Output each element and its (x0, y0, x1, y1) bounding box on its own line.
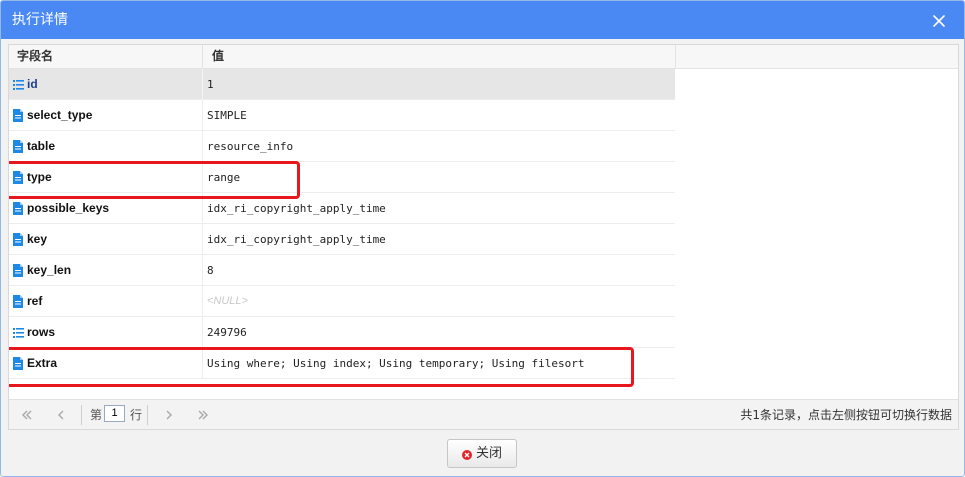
last-page-icon[interactable] (195, 407, 211, 423)
page-suffix-label: 行 (130, 408, 143, 422)
dialog-title: 执行详情 (12, 12, 68, 28)
field-name: key_len (27, 263, 72, 277)
prev-page-icon[interactable] (53, 407, 69, 423)
table-row[interactable]: rows 249796 (9, 317, 675, 348)
field-value: 8 (207, 264, 214, 277)
table-row[interactable]: select_type SIMPLE (9, 100, 675, 131)
dialog-titlebar: 执行详情 (1, 1, 964, 39)
table-row[interactable]: id 1 (9, 69, 675, 100)
field-name: id (27, 77, 38, 91)
table-row[interactable]: key idx_ri_copyright_apply_time (9, 224, 675, 255)
field-value: resource_info (207, 140, 294, 153)
first-page-icon[interactable] (19, 407, 35, 423)
field-value: idx_ri_copyright_apply_time (207, 233, 386, 246)
pagination-bar: 第 行 共1条记录，点击左侧按钮可切换行数据 (9, 399, 958, 429)
field-value: 1 (207, 78, 214, 91)
execution-details-dialog: 执行详情 字段名 值 id 1 select_type SIMPLE table reso… (0, 0, 965, 477)
close-button-label: 关闭 (476, 446, 503, 461)
field-value: SIMPLE (207, 109, 247, 122)
dialog-footer: 关闭 (1, 432, 964, 476)
cancel-icon (462, 450, 472, 460)
close-icon[interactable] (931, 13, 947, 29)
table-row[interactable]: key_len 8 (9, 255, 675, 286)
record-count-info: 共1条记录，点击左侧按钮可切换行数据 (740, 408, 952, 422)
detail-table: 字段名 值 id 1 select_type SIMPLE table resource_… (8, 44, 959, 430)
field-name: table (27, 139, 56, 153)
highlight-extra-row (9, 347, 634, 387)
page-number-input[interactable] (104, 405, 125, 422)
field-value: 249796 (207, 326, 247, 339)
field-name: key (27, 232, 48, 246)
header-value: 值 (212, 49, 225, 63)
next-page-icon[interactable] (161, 407, 177, 423)
page-prefix-label: 第 (90, 408, 103, 422)
field-name: select_type (27, 108, 93, 122)
field-value: <NULL> (207, 295, 248, 307)
field-name: rows (27, 325, 56, 339)
header-field-name: 字段名 (17, 49, 54, 63)
table-header: 字段名 值 (9, 45, 958, 69)
table-row[interactable]: table resource_info (9, 131, 675, 162)
field-name: ref (27, 294, 43, 308)
close-button[interactable]: 关闭 (447, 439, 517, 468)
table-row[interactable]: ref <NULL> (9, 286, 675, 317)
highlight-type-row (9, 161, 300, 199)
